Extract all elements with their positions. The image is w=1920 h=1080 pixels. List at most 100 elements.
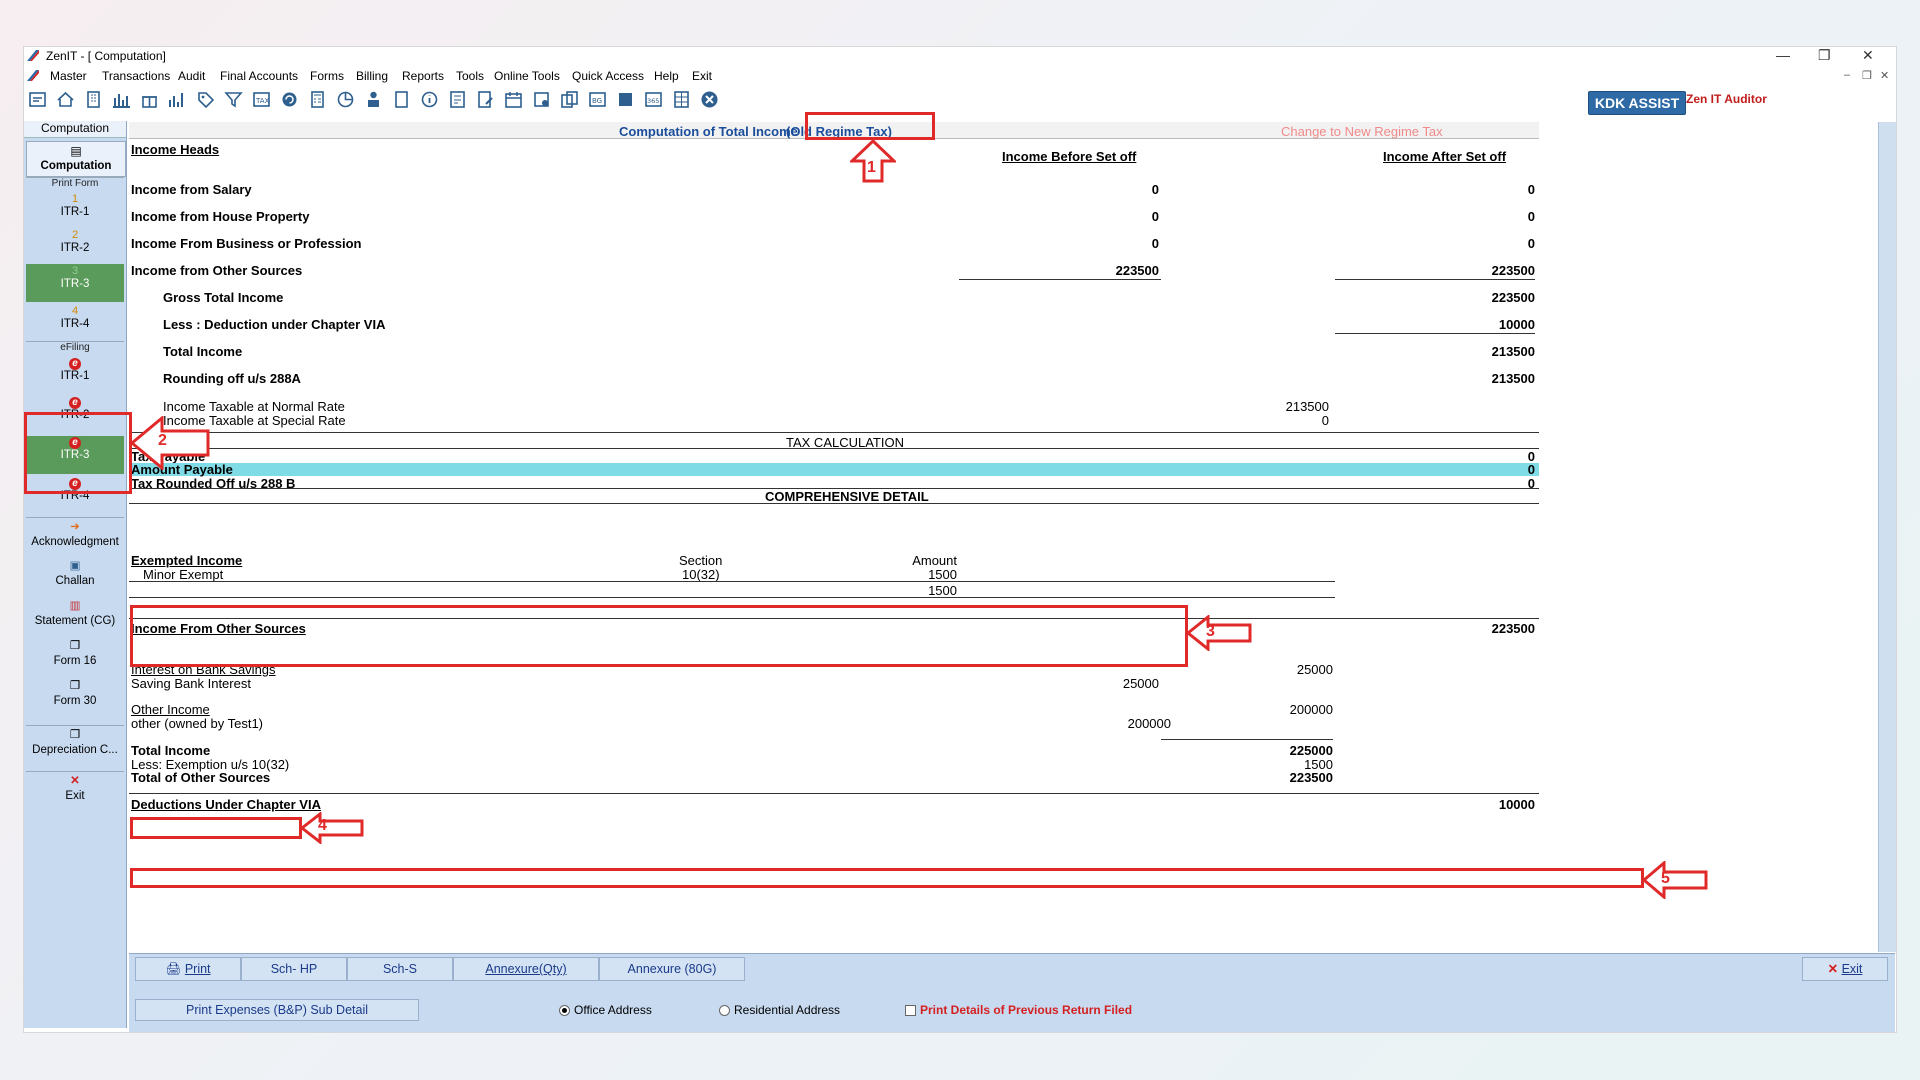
restore-button[interactable]: ❐ — [1818, 47, 1831, 64]
exit-button[interactable]: ✕ Exit — [1802, 957, 1888, 981]
sidebar-item-label: Depreciation C... — [32, 744, 118, 756]
menu-master[interactable]: Master — [50, 69, 87, 83]
sidebar-item-form30[interactable]: ❐ Form 30 — [26, 677, 124, 715]
sidebar-item-label: ITR-1 — [60, 370, 90, 382]
close-button[interactable]: ✕ — [1862, 47, 1874, 64]
previous-return-checkbox[interactable] — [905, 1005, 916, 1016]
income-heads-header: Income Heads — [131, 142, 220, 157]
sidebar-item-label: Computation — [40, 160, 112, 172]
calculator-icon[interactable] — [308, 90, 327, 109]
sch-hp-button[interactable]: Sch- HP — [241, 957, 347, 981]
sidebar-item-print-itr-1[interactable]: 1 ITR-1 — [26, 192, 124, 226]
kdk-assist-button[interactable]: KDK ASSIST — [1588, 91, 1686, 115]
sidebar-item-label: ITR-1 — [60, 206, 90, 218]
pay-user-icon[interactable] — [364, 90, 383, 109]
sidebar-item-print-itr-4[interactable]: 4 ITR-4 — [26, 304, 124, 338]
building-icon[interactable] — [84, 90, 103, 109]
form-icon[interactable] — [448, 90, 467, 109]
close-circle-icon[interactable] — [700, 90, 719, 109]
menu-help[interactable]: Help — [654, 69, 679, 83]
vertical-scrollbar[interactable] — [1878, 122, 1896, 952]
client-icon[interactable] — [28, 90, 47, 109]
tax-icon[interactable]: TAX — [252, 90, 271, 109]
item-number: 1 — [71, 193, 79, 205]
annotation-box-4 — [130, 817, 302, 839]
exit-button-label: Exit — [1841, 962, 1863, 976]
sch-s-button[interactable]: Sch-S — [347, 957, 453, 981]
annotation-box-5 — [130, 868, 1644, 888]
svg-text:BG: BG — [592, 97, 602, 105]
menu-quick-access[interactable]: Quick Access — [572, 69, 644, 83]
sidebar-item-print-itr-2[interactable]: 2 ITR-2 — [26, 228, 124, 262]
change-regime-link[interactable]: Change to New Regime Tax — [1281, 124, 1443, 139]
sidebar-item-acknowledgment[interactable]: ➜ Acknowledgment — [26, 517, 124, 556]
sidebar-item-form16[interactable]: ❐ Form 16 — [26, 637, 124, 675]
sidebar-item-print-itr-3[interactable]: 3 ITR-3 — [26, 264, 124, 302]
annotation-arrow-left-icon — [130, 416, 210, 470]
menu-exit[interactable]: Exit — [692, 69, 712, 83]
deduction-value: 10000 — [1498, 317, 1535, 332]
bg-icon[interactable]: BG — [588, 90, 607, 109]
divider — [129, 448, 1539, 449]
menu-final-accounts[interactable]: Final Accounts — [220, 69, 298, 83]
notes-icon[interactable] — [532, 90, 551, 109]
residential-address-label: Residential Address — [734, 1003, 841, 1017]
menu-audit[interactable]: Audit — [178, 69, 205, 83]
minimize-button[interactable]: — — [1776, 47, 1790, 63]
document-icon[interactable] — [392, 90, 411, 109]
print-expenses-button[interactable]: Print Expenses (B&P) Sub Detail — [135, 999, 419, 1021]
menu-billing[interactable]: Billing — [356, 69, 388, 83]
depreciation-icon: ❐ — [69, 729, 81, 741]
print-button[interactable]: 🖨 Print — [135, 957, 241, 981]
sidebar-item-challan[interactable]: ▣ Challan — [26, 557, 124, 595]
office-address-radio[interactable] — [559, 1005, 570, 1016]
annexure-qty-button[interactable]: Annexure(Qty) — [453, 957, 599, 981]
copy-icon[interactable] — [560, 90, 579, 109]
head-other-after: 223500 — [1491, 263, 1535, 278]
mdi-close-button[interactable]: ✕ — [1880, 69, 1889, 82]
edit-document-icon[interactable] — [476, 90, 495, 109]
sidebar-item-efiling-itr-1[interactable]: e ITR-1 — [26, 357, 124, 393]
info-icon[interactable] — [420, 90, 439, 109]
calendar-icon[interactable] — [504, 90, 523, 109]
home-icon[interactable] — [56, 90, 75, 109]
head-house-after: 0 — [1527, 209, 1535, 224]
users-icon[interactable] — [616, 90, 635, 109]
menu-online-tools[interactable]: Online Tools — [494, 69, 560, 83]
annotation-box-2 — [24, 412, 132, 494]
exit-icon: ✕ — [70, 775, 80, 787]
menu-transactions[interactable]: Transactions — [102, 69, 170, 83]
sidebar: Computation ▤ Computation Print Form 1 I… — [24, 121, 127, 1028]
refresh-icon[interactable] — [280, 90, 299, 109]
mdi-minimize-button[interactable]: – — [1844, 69, 1850, 81]
sidebar-tab-computation[interactable]: Computation — [24, 121, 126, 138]
sidebar-item-statement-cg[interactable]: ▥ Statement (CG) — [26, 597, 124, 635]
acknowledgment-icon: ➜ — [70, 521, 80, 533]
filter-icon[interactable] — [224, 90, 243, 109]
sidebar-item-exit[interactable]: ✕ Exit — [26, 771, 124, 810]
divider — [129, 581, 1335, 582]
head-business-after: 0 — [1527, 236, 1535, 251]
exempted-section-header: Section — [679, 553, 723, 568]
menu-reports[interactable]: Reports — [402, 69, 444, 83]
tag-icon[interactable] — [196, 90, 215, 109]
annexure-80g-button[interactable]: Annexure (80G) — [599, 957, 745, 981]
calendar-365-icon[interactable]: 365 — [644, 90, 663, 109]
mdi-restore-button[interactable]: ❐ — [1862, 69, 1872, 82]
menu-tools[interactable]: Tools — [456, 69, 484, 83]
sidebar-item-depreciation[interactable]: ❐ Depreciation C... — [26, 725, 124, 764]
sidebar-item-label: Acknowledgment — [31, 536, 119, 548]
rounding-value: 213500 — [1491, 371, 1535, 386]
grid-document-icon[interactable] — [672, 90, 691, 109]
sidebar-item-computation[interactable]: ▤ Computation — [26, 141, 126, 177]
title-bar: ZenIT - [ Computation] — ❐ ✕ — [24, 47, 1896, 65]
exempted-amount-header: Amount — [912, 553, 957, 568]
gift-icon[interactable] — [140, 90, 159, 109]
menu-forms[interactable]: Forms — [310, 69, 344, 83]
divider — [1161, 739, 1333, 740]
divider — [129, 793, 1539, 794]
bar-chart-icon[interactable] — [112, 90, 131, 109]
pie-chart-icon[interactable] — [336, 90, 355, 109]
stats-icon[interactable] — [168, 90, 187, 109]
residential-address-radio[interactable] — [719, 1005, 730, 1016]
